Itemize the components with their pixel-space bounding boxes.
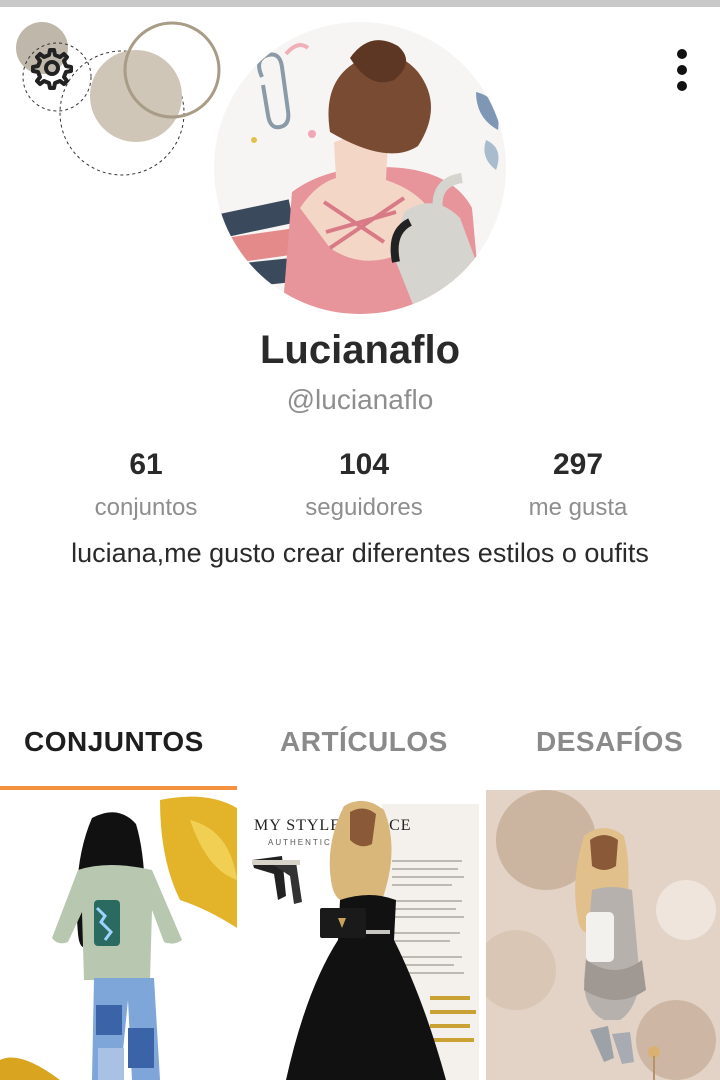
profile-name: Lucianaflo [259,328,461,372]
stat-me-gusta[interactable]: 297 me gusta [468,446,688,522]
kebab-menu-icon[interactable] [664,44,700,96]
profile-tabs: CONJUNTOS ARTÍCULOS DESAFÍOS [0,720,720,780]
stat-label: me gusta [528,494,628,521]
stat-conjuntos[interactable]: 61 conjuntos [36,446,256,522]
profile-bio: luciana,me gusto crear diferentes estilo… [71,538,649,568]
stat-value: 297 [552,448,604,481]
stat-label: seguidores [305,494,423,521]
tab-articulos[interactable]: ARTÍCULOS [280,720,448,770]
stat-value: 104 [338,448,390,481]
stat-value: 61 [129,448,163,481]
gear-icon[interactable] [22,42,78,90]
avatar[interactable] [214,22,506,314]
menu-dot [677,49,687,59]
status-bar [0,0,720,7]
menu-dot [677,81,687,91]
outfit-grid: MY STYLE ADVICE AUTHENTIC & SPEC [0,790,720,1080]
grid-item-outfit[interactable] [486,790,720,1080]
tab-desafios[interactable]: DESAFÍOS [536,720,683,770]
tab-conjuntos[interactable]: CONJUNTOS [24,720,204,770]
stat-label: conjuntos [94,494,198,521]
profile-screen: Lucianaflo @lucianaflo 61 conjuntos 104 … [0,0,720,1080]
profile-handle: @lucianaflo [286,384,434,415]
stat-seguidores[interactable]: 104 seguidores [254,446,474,522]
grid-item-outfit[interactable]: MY STYLE ADVICE AUTHENTIC & SPEC [242,790,479,1080]
grid-item-outfit[interactable] [0,790,237,1080]
settings-decoration [0,10,240,180]
menu-dot [677,65,687,75]
